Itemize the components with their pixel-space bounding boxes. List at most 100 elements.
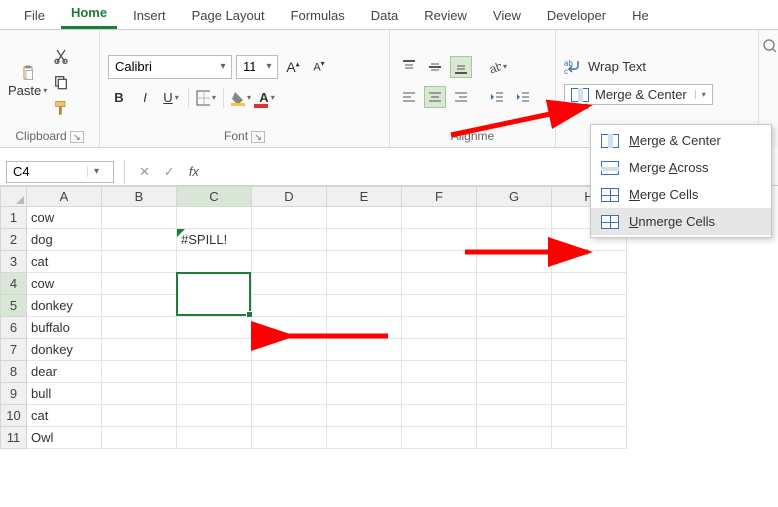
decrease-font-button[interactable]: A▾ bbox=[308, 56, 330, 78]
cell-B8[interactable] bbox=[102, 361, 177, 383]
tab-view[interactable]: View bbox=[483, 2, 531, 29]
cell-F8[interactable] bbox=[402, 361, 477, 383]
cell-D9[interactable] bbox=[252, 383, 327, 405]
font-size-combo[interactable]: ▾ bbox=[236, 55, 278, 79]
cell-E8[interactable] bbox=[327, 361, 402, 383]
cell-A11[interactable]: Owl bbox=[27, 427, 102, 449]
cell-G6[interactable] bbox=[477, 317, 552, 339]
cell-B9[interactable] bbox=[102, 383, 177, 405]
row-header-1[interactable]: 1 bbox=[1, 207, 27, 229]
cancel-formula-icon[interactable]: ✕ bbox=[139, 164, 150, 180]
cell-A5[interactable]: donkey bbox=[27, 295, 102, 317]
row-header-4[interactable]: 4 bbox=[1, 273, 27, 295]
cell-C10[interactable] bbox=[177, 405, 252, 427]
align-center-button[interactable] bbox=[424, 86, 446, 108]
font-size-dropdown[interactable]: ▾ bbox=[261, 61, 277, 72]
tab-page-layout[interactable]: Page Layout bbox=[182, 2, 275, 29]
cell-H9[interactable] bbox=[552, 383, 627, 405]
cell-B7[interactable] bbox=[102, 339, 177, 361]
align-top-button[interactable] bbox=[398, 56, 420, 78]
col-header-A[interactable]: A bbox=[27, 187, 102, 207]
cell-F4[interactable] bbox=[402, 273, 477, 295]
menu-unmerge-cells[interactable]: Unmerge Cells bbox=[591, 208, 771, 235]
name-box-dropdown[interactable]: ▾ bbox=[87, 166, 105, 177]
tab-review[interactable]: Review bbox=[414, 2, 477, 29]
col-header-B[interactable]: B bbox=[102, 187, 177, 207]
cell-B1[interactable] bbox=[102, 207, 177, 229]
tab-formulas[interactable]: Formulas bbox=[281, 2, 355, 29]
row-header-9[interactable]: 9 bbox=[1, 383, 27, 405]
tab-file[interactable]: File bbox=[14, 2, 55, 29]
wrap-text-button[interactable]: abc Wrap Text bbox=[564, 58, 713, 74]
align-middle-button[interactable] bbox=[424, 56, 446, 78]
cell-D3[interactable] bbox=[252, 251, 327, 273]
cell-F6[interactable] bbox=[402, 317, 477, 339]
cell-H8[interactable] bbox=[552, 361, 627, 383]
cell-E3[interactable] bbox=[327, 251, 402, 273]
cell-E1[interactable] bbox=[327, 207, 402, 229]
align-bottom-button[interactable] bbox=[450, 56, 472, 78]
cell-E2[interactable] bbox=[327, 229, 402, 251]
cut-button[interactable] bbox=[53, 48, 69, 64]
cell-D5[interactable] bbox=[252, 295, 327, 317]
cell-H4[interactable] bbox=[552, 273, 627, 295]
row-header-5[interactable]: 5 bbox=[1, 295, 27, 317]
cell-E11[interactable] bbox=[327, 427, 402, 449]
orientation-button[interactable]: ab▾ bbox=[486, 56, 508, 78]
cell-D4[interactable] bbox=[252, 273, 327, 295]
borders-button[interactable]: ▾ bbox=[195, 87, 217, 109]
cell-B11[interactable] bbox=[102, 427, 177, 449]
tab-data[interactable]: Data bbox=[361, 2, 408, 29]
cell-C2[interactable]: #SPILL! bbox=[177, 229, 252, 251]
row-header-10[interactable]: 10 bbox=[1, 405, 27, 427]
underline-button[interactable]: U▾ bbox=[160, 87, 182, 109]
select-all-corner[interactable] bbox=[1, 187, 27, 207]
name-box[interactable]: ▾ bbox=[6, 161, 114, 183]
paste-button[interactable] bbox=[20, 65, 36, 81]
font-color-button[interactable]: A▾ bbox=[256, 87, 278, 109]
row-header-8[interactable]: 8 bbox=[1, 361, 27, 383]
italic-button[interactable]: I bbox=[134, 87, 156, 109]
bold-button[interactable]: B bbox=[108, 87, 130, 109]
row-header-6[interactable]: 6 bbox=[1, 317, 27, 339]
insert-function-icon[interactable]: fx bbox=[189, 164, 199, 180]
clipboard-launcher[interactable]: ↘ bbox=[70, 131, 84, 143]
cell-D11[interactable] bbox=[252, 427, 327, 449]
col-header-F[interactable]: F bbox=[402, 187, 477, 207]
cell-G8[interactable] bbox=[477, 361, 552, 383]
enter-formula-icon[interactable]: ✓ bbox=[164, 164, 175, 180]
tab-developer[interactable]: Developer bbox=[537, 2, 616, 29]
menu-merge-across[interactable]: Merge Across bbox=[591, 154, 771, 181]
font-name-combo[interactable]: ▾ bbox=[108, 55, 232, 79]
fill-color-button[interactable]: ▾ bbox=[230, 87, 252, 109]
cell-A3[interactable]: cat bbox=[27, 251, 102, 273]
cell-G10[interactable] bbox=[477, 405, 552, 427]
row-header-3[interactable]: 3 bbox=[1, 251, 27, 273]
cell-C11[interactable] bbox=[177, 427, 252, 449]
tab-home[interactable]: Home bbox=[61, 0, 117, 29]
font-name-input[interactable] bbox=[109, 56, 215, 78]
cell-A7[interactable]: donkey bbox=[27, 339, 102, 361]
cell-G5[interactable] bbox=[477, 295, 552, 317]
cell-C1[interactable] bbox=[177, 207, 252, 229]
cell-C7[interactable] bbox=[177, 339, 252, 361]
cell-A8[interactable]: dear bbox=[27, 361, 102, 383]
cell-F7[interactable] bbox=[402, 339, 477, 361]
cell-H6[interactable] bbox=[552, 317, 627, 339]
cell-F1[interactable] bbox=[402, 207, 477, 229]
font-size-input[interactable] bbox=[237, 56, 261, 78]
cell-H7[interactable] bbox=[552, 339, 627, 361]
paste-label[interactable]: Paste ▾ bbox=[8, 83, 47, 98]
row-header-7[interactable]: 7 bbox=[1, 339, 27, 361]
cell-E10[interactable] bbox=[327, 405, 402, 427]
cell-G11[interactable] bbox=[477, 427, 552, 449]
cell-F10[interactable] bbox=[402, 405, 477, 427]
col-header-D[interactable]: D bbox=[252, 187, 327, 207]
cell-G9[interactable] bbox=[477, 383, 552, 405]
col-header-G[interactable]: G bbox=[477, 187, 552, 207]
cell-C9[interactable] bbox=[177, 383, 252, 405]
cell-D1[interactable] bbox=[252, 207, 327, 229]
cell-A9[interactable]: bull bbox=[27, 383, 102, 405]
cell-B6[interactable] bbox=[102, 317, 177, 339]
menu-merge-and-center[interactable]: Merge & Center bbox=[591, 127, 771, 154]
